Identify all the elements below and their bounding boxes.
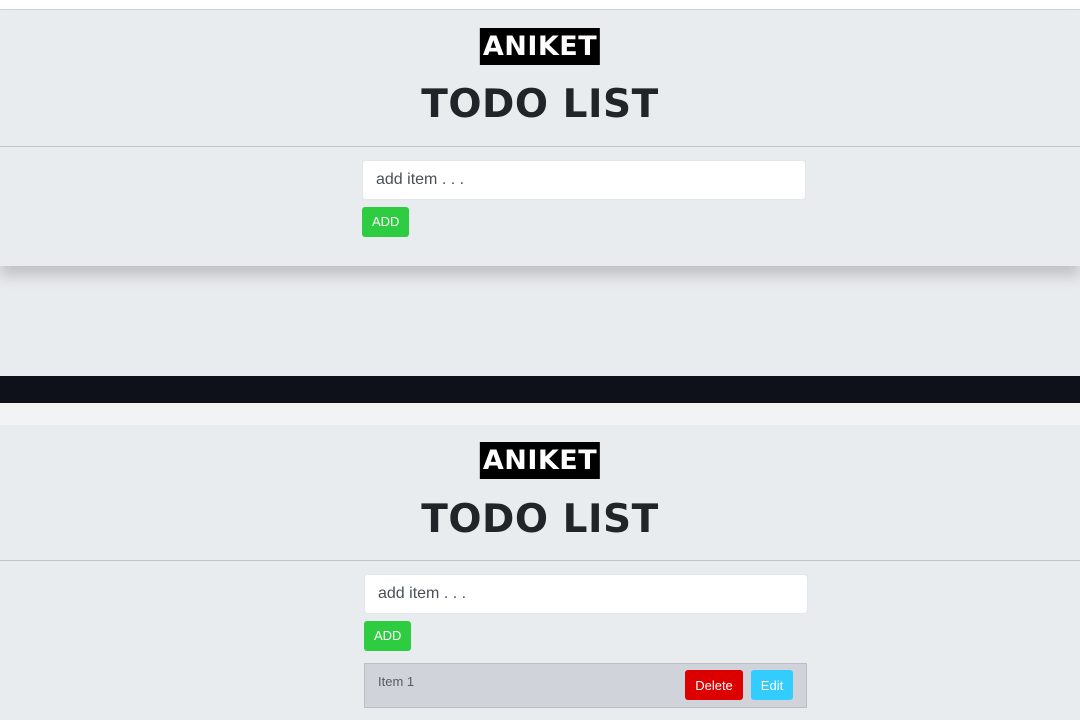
screenshot-separator xyxy=(0,376,1080,403)
browser-top-edge xyxy=(0,0,1080,10)
add-item-input[interactable] xyxy=(362,160,806,200)
header-divider xyxy=(0,146,1080,147)
page-title: TODO LIST xyxy=(421,82,659,127)
header-divider xyxy=(0,560,1080,561)
screenshot-stage: ANIKET TODO LIST ADD ANIKET TODO LIST AD… xyxy=(0,0,1080,720)
todo-item-text: Item 1 xyxy=(378,674,415,689)
edit-button[interactable]: Edit xyxy=(751,670,793,700)
brand-logo: ANIKET xyxy=(479,442,601,479)
todo-header-card: ANIKET TODO LIST ADD Item 1 Delete Edit xyxy=(0,425,1080,720)
add-item-input[interactable] xyxy=(364,574,808,614)
brand-logo: ANIKET xyxy=(479,28,601,65)
browser-top-edge xyxy=(0,403,1080,425)
add-button[interactable]: ADD xyxy=(364,621,412,651)
todo-screen-empty: ANIKET TODO LIST ADD xyxy=(0,0,1080,376)
delete-button[interactable]: Delete xyxy=(685,670,743,700)
todo-header-card: ANIKET TODO LIST ADD xyxy=(0,10,1080,266)
add-button[interactable]: ADD xyxy=(362,207,410,237)
todo-item-row: Item 1 Delete Edit xyxy=(364,663,807,708)
todo-screen-with-item: ANIKET TODO LIST ADD Item 1 Delete Edit xyxy=(0,403,1080,720)
page-title: TODO LIST xyxy=(421,497,659,542)
